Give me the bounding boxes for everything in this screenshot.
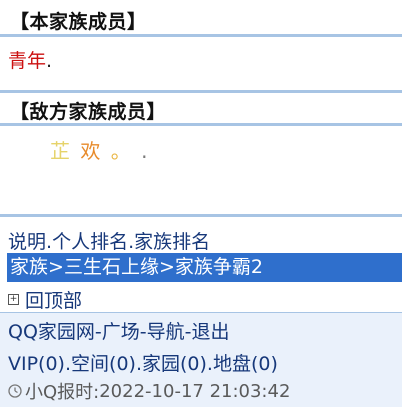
footer-stats-row: VIP(0).空间(0).家园(0).地盘(0)	[8, 349, 278, 376]
footer-separator: -	[184, 321, 192, 343]
footer: QQ家园网-广场-导航-退出 VIP(0).空间(0).家园(0).地盘(0) …	[0, 312, 402, 407]
vip-link[interactable]: VIP(0)	[8, 353, 65, 375]
logout-link[interactable]: 退出	[192, 321, 230, 343]
enemy-member-char: 芷	[50, 139, 72, 163]
breadcrumb: 家族>三生石上缘>家族争霸2	[7, 253, 402, 282]
personal-rank-link[interactable]: 个人排名	[52, 231, 128, 253]
info-nav: 说明.个人排名.家族排名	[8, 227, 210, 254]
back-to-top[interactable]: + 回顶部	[8, 286, 82, 313]
expand-box-icon: +	[8, 294, 19, 305]
guide-link[interactable]: 导航	[147, 321, 185, 343]
clock-icon	[8, 384, 22, 398]
breadcrumb-clan-link[interactable]: 三生石上缘	[64, 256, 159, 278]
divider	[0, 90, 402, 93]
territory-link[interactable]: 地盘(0)	[213, 353, 278, 375]
divider	[0, 123, 402, 126]
enemy-member-char: 欢	[80, 139, 103, 163]
family-rank-link[interactable]: 家族排名	[134, 231, 210, 253]
breadcrumb-separator: >	[48, 256, 64, 278]
enemy-member-char: .	[141, 139, 150, 163]
breadcrumb-separator: >	[158, 256, 175, 278]
divider	[0, 214, 402, 217]
time-label: 小Q报时:	[25, 382, 100, 403]
own-member-row: 青年.	[8, 46, 52, 73]
footer-nav-row: QQ家园网-广场-导航-退出	[8, 317, 230, 344]
divider	[0, 312, 402, 313]
own-member-suffix: .	[46, 50, 53, 72]
enemy-member-char: 。	[110, 139, 133, 163]
square-link[interactable]: 广场	[102, 321, 140, 343]
clock-row: 小Q报时: 2022-10-17 21:03:42	[8, 378, 290, 404]
home-link[interactable]: QQ家园网	[8, 321, 95, 343]
breadcrumb-current: 家族争霸2	[174, 256, 263, 278]
footer-separator: -	[139, 321, 147, 343]
back-to-top-label: 回顶部	[25, 290, 83, 312]
own-family-title: 【本家族成员】	[10, 11, 147, 33]
own-member-link[interactable]: 青年	[8, 50, 46, 72]
garden-link[interactable]: 家园(0)	[142, 353, 207, 375]
space-link[interactable]: 空间(0)	[71, 353, 136, 375]
breadcrumb-family-link[interactable]: 家族	[10, 256, 48, 278]
footer-separator: -	[94, 321, 102, 343]
explain-link[interactable]: 说明	[8, 231, 46, 253]
enemy-member-row[interactable]: 芷 欢 。 .	[50, 135, 149, 164]
time-value: 2022-10-17 21:03:42	[99, 380, 291, 402]
enemy-family-title: 【敌方家族成员】	[10, 101, 167, 123]
divider	[0, 34, 402, 37]
